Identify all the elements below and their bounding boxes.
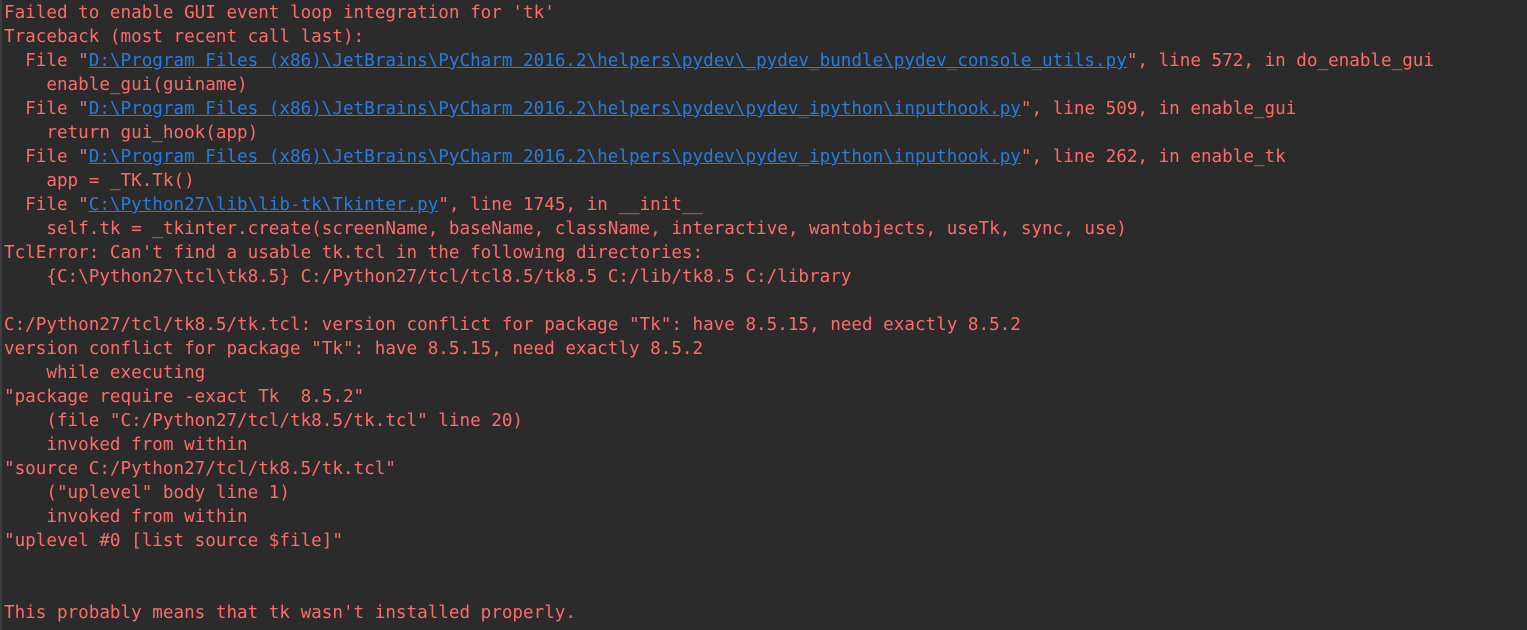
console-text: File " bbox=[4, 51, 89, 71]
console-text: This probably means that tk wasn't insta… bbox=[4, 603, 576, 623]
console-line: invoked from within bbox=[4, 433, 1527, 457]
console-text: app = _TK.Tk() bbox=[4, 171, 195, 191]
console-text: "source C:/Python27/tcl/tk8.5/tk.tcl" bbox=[4, 459, 396, 479]
console-line: TclError: Can't find a usable tk.tcl in … bbox=[4, 241, 1527, 265]
console-text: File " bbox=[4, 99, 89, 119]
console-text: Failed to enable GUI event loop integrat… bbox=[4, 3, 555, 23]
console-line: File "D:\Program Files (x86)\JetBrains\P… bbox=[4, 97, 1527, 121]
console-text: File " bbox=[4, 147, 89, 167]
console-text: ", line 509, in enable_gui bbox=[1020, 99, 1297, 119]
file-path-link[interactable]: C:\Python27\lib\lib-tk\Tkinter.py bbox=[89, 195, 439, 215]
console-line: File "C:\Python27\lib\lib-tk\Tkinter.py"… bbox=[4, 193, 1527, 217]
file-path-link[interactable]: D:\Program Files (x86)\JetBrains\PyCharm… bbox=[89, 147, 1021, 167]
console-text: {C:\Python27\tcl\tk8.5} C:/Python27/tcl/… bbox=[4, 267, 852, 287]
console-line: ("uplevel" body line 1) bbox=[4, 481, 1527, 505]
console-line: version conflict for package "Tk": have … bbox=[4, 337, 1527, 361]
console-line: "source C:/Python27/tcl/tk8.5/tk.tcl" bbox=[4, 457, 1527, 481]
file-path-link[interactable]: D:\Program Files (x86)\JetBrains\PyCharm… bbox=[89, 51, 1127, 71]
console-text: TclError: Can't find a usable tk.tcl in … bbox=[4, 243, 704, 263]
console-line: while executing bbox=[4, 361, 1527, 385]
console-text: ", line 262, in enable_tk bbox=[1020, 147, 1286, 167]
console-text: invoked from within bbox=[4, 507, 248, 527]
console-text: ", line 1745, in __init__ bbox=[438, 195, 704, 215]
console-text: (file "C:/Python27/tcl/tk8.5/tk.tcl" lin… bbox=[4, 411, 524, 431]
console-line: app = _TK.Tk() bbox=[4, 169, 1527, 193]
console-line: Failed to enable GUI event loop integrat… bbox=[4, 1, 1527, 25]
console-text: "uplevel #0 [list source $file]" bbox=[4, 531, 343, 551]
console-text: C:/Python27/tcl/tk8.5/tk.tcl: version co… bbox=[4, 315, 1021, 335]
console-line: {C:\Python27\tcl\tk8.5} C:/Python27/tcl/… bbox=[4, 265, 1527, 289]
console-output[interactable]: Failed to enable GUI event loop integrat… bbox=[0, 0, 1527, 630]
console-line: (file "C:/Python27/tcl/tk8.5/tk.tcl" lin… bbox=[4, 409, 1527, 433]
console-text: File " bbox=[4, 195, 89, 215]
console-line: "package require -exact Tk 8.5.2" bbox=[4, 385, 1527, 409]
console-line: "uplevel #0 [list source $file]" bbox=[4, 529, 1527, 553]
console-line: return gui_hook(app) bbox=[4, 121, 1527, 145]
console-line: C:/Python27/tcl/tk8.5/tk.tcl: version co… bbox=[4, 313, 1527, 337]
console-text: ", line 572, in do_enable_gui bbox=[1126, 51, 1434, 71]
console-line: enable_gui(guiname) bbox=[4, 73, 1527, 97]
console-text: invoked from within bbox=[4, 435, 248, 455]
console-line: invoked from within bbox=[4, 505, 1527, 529]
console-text: enable_gui(guiname) bbox=[4, 75, 248, 95]
console-line: File "D:\Program Files (x86)\JetBrains\P… bbox=[4, 145, 1527, 169]
console-text: while executing bbox=[4, 363, 206, 383]
console-text: return gui_hook(app) bbox=[4, 123, 259, 143]
console-text: self.tk = _tkinter.create(screenName, ba… bbox=[4, 219, 1127, 239]
console-line: This probably means that tk wasn't insta… bbox=[4, 601, 1527, 625]
console-text: version conflict for package "Tk": have … bbox=[4, 339, 704, 359]
file-path-link[interactable]: D:\Program Files (x86)\JetBrains\PyCharm… bbox=[89, 99, 1021, 119]
console-line: self.tk = _tkinter.create(screenName, ba… bbox=[4, 217, 1527, 241]
console-text: Traceback (most recent call last): bbox=[4, 27, 365, 47]
console-text: ("uplevel" body line 1) bbox=[4, 483, 290, 503]
console-text: "package require -exact Tk 8.5.2" bbox=[4, 387, 365, 407]
console-line: Traceback (most recent call last): bbox=[4, 25, 1527, 49]
console-line: File "D:\Program Files (x86)\JetBrains\P… bbox=[4, 49, 1527, 73]
